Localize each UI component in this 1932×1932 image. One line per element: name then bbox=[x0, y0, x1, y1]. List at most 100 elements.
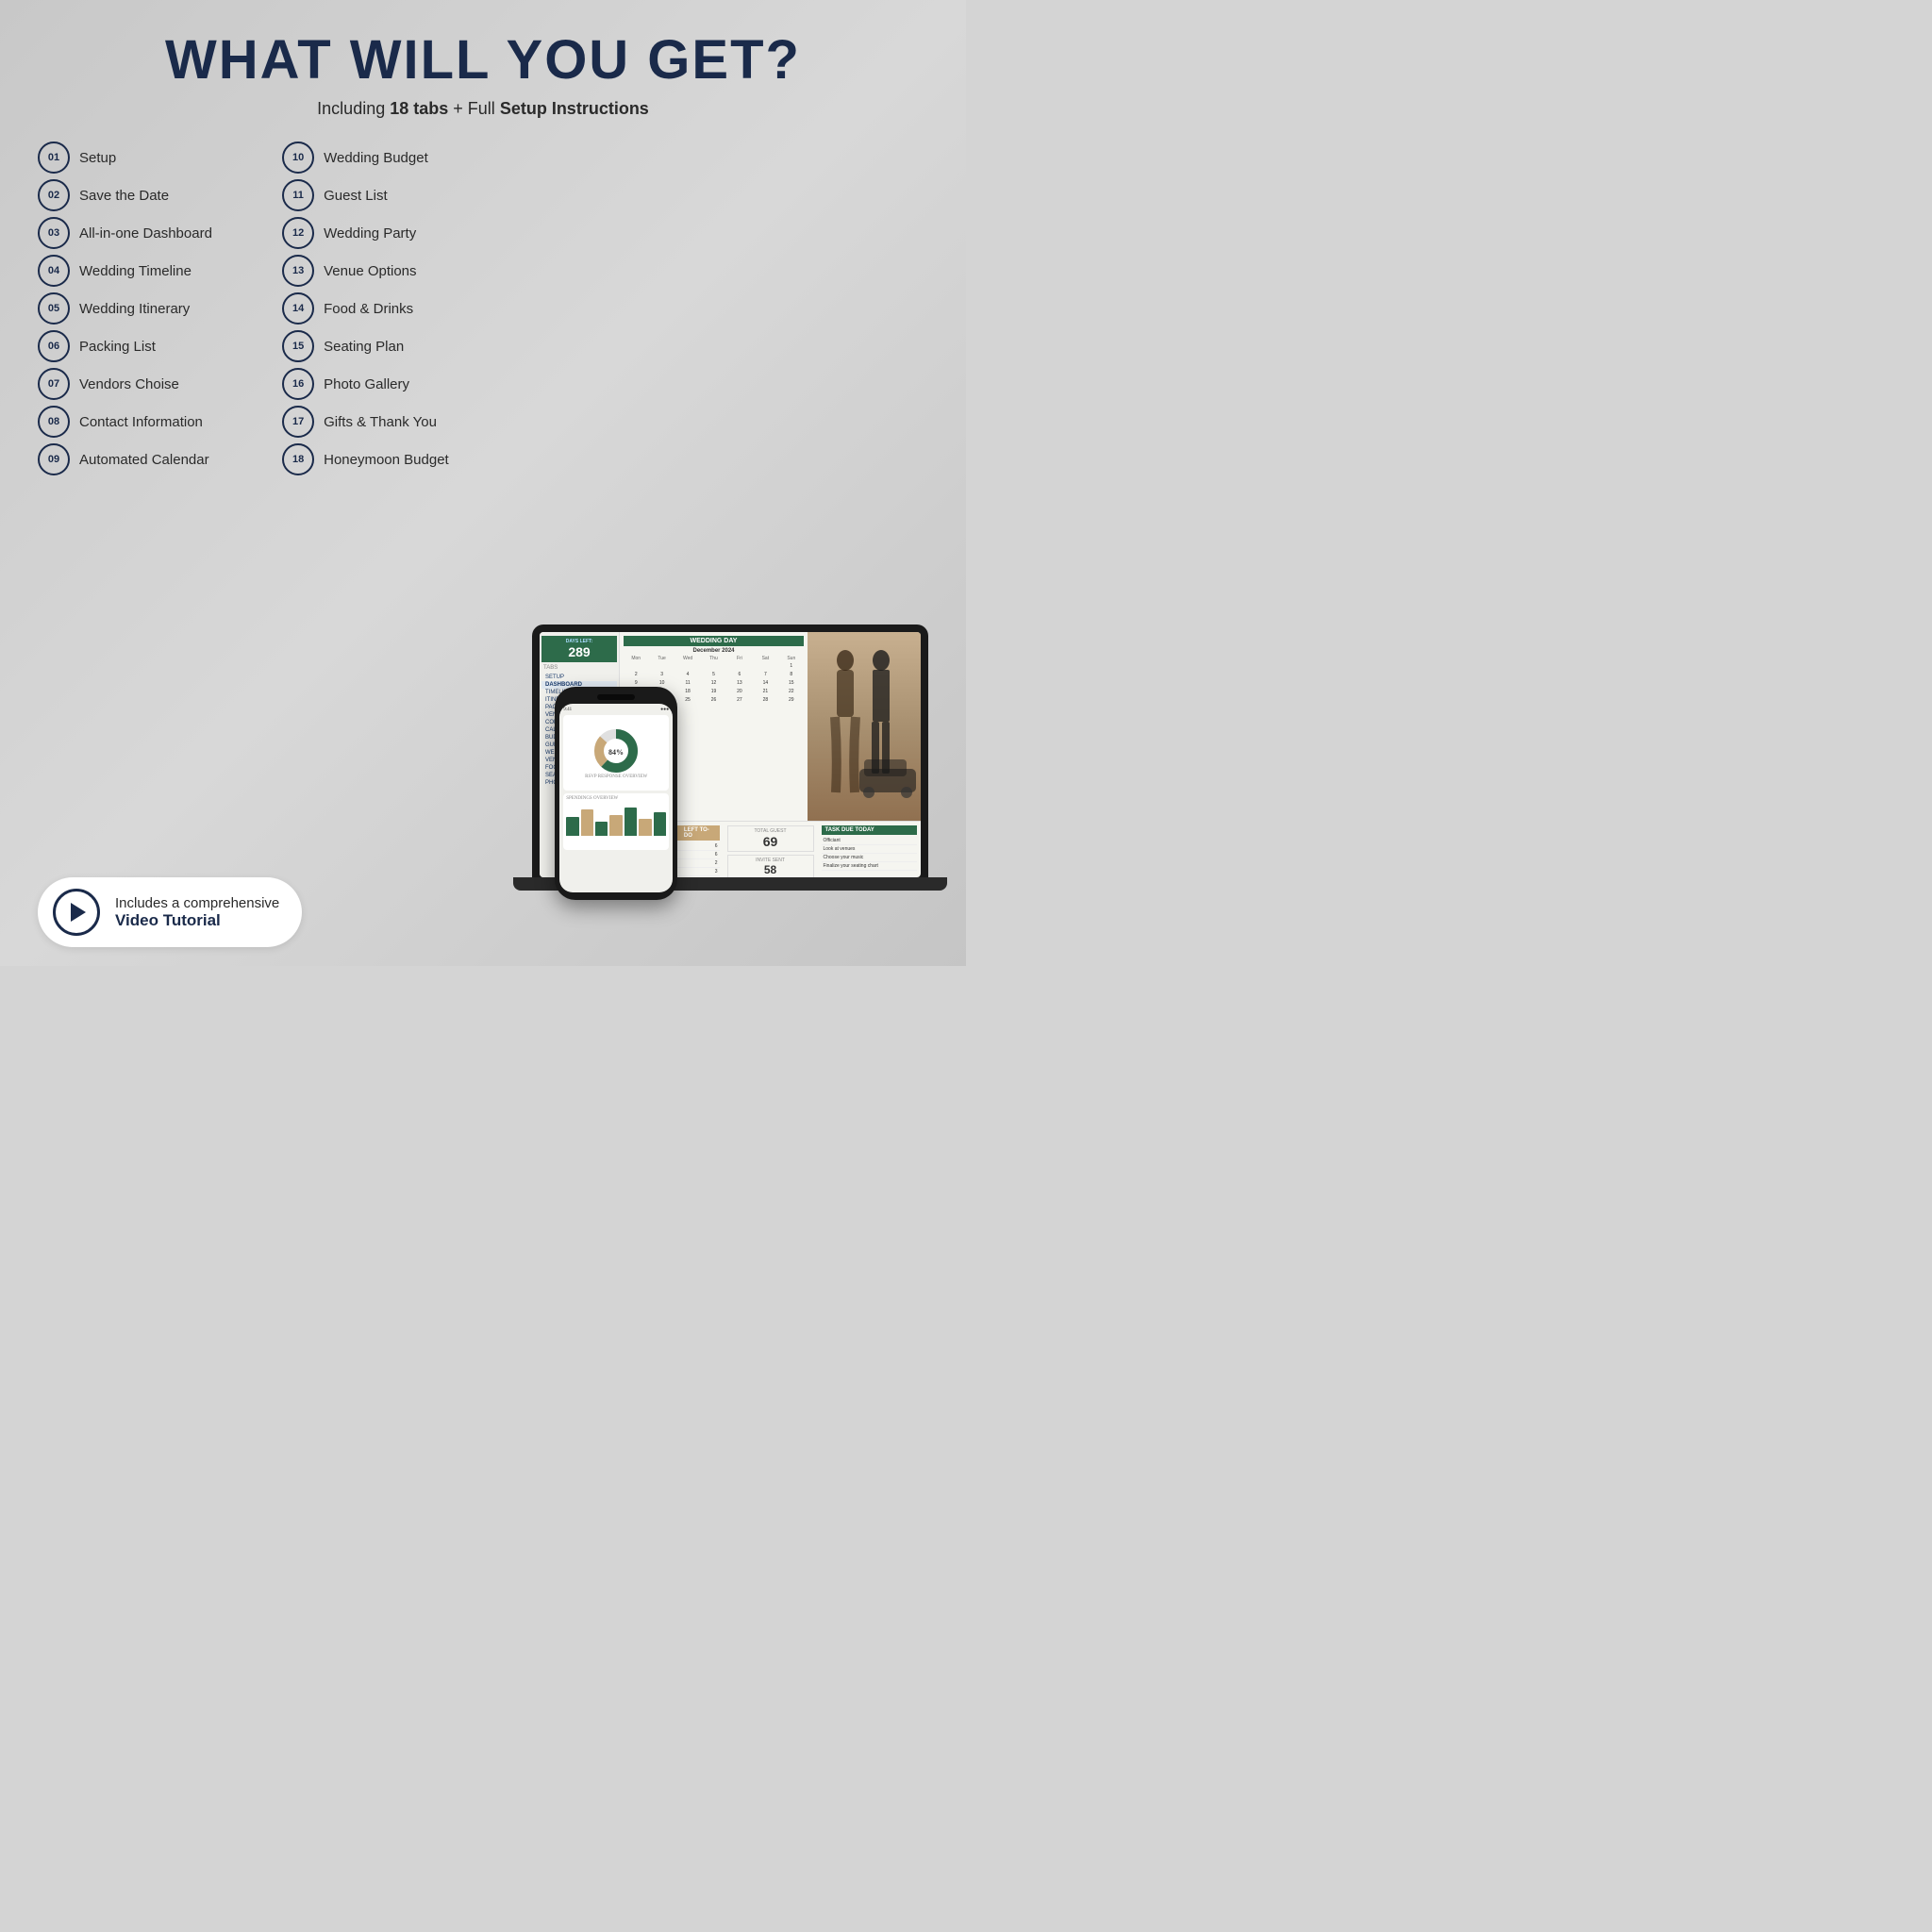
timeline-count: 2 bbox=[715, 860, 718, 866]
task-row: Officiant bbox=[822, 837, 918, 845]
bar-3 bbox=[595, 822, 608, 836]
item-num: 16 bbox=[282, 368, 314, 400]
bar-2 bbox=[581, 809, 593, 836]
left-col: 01 Setup 02Save the Date 03All-in-one Dashb… bbox=[38, 142, 273, 860]
play-button[interactable] bbox=[53, 889, 100, 936]
svg-text:84%: 84% bbox=[608, 748, 624, 757]
list-item: 17Gifts & Thank You bbox=[282, 406, 517, 438]
phone-status: 9:41 ●●● bbox=[563, 708, 669, 712]
list-item: 03All-in-one Dashboard bbox=[38, 217, 273, 249]
task-row: Look at venues bbox=[822, 845, 918, 854]
video-line1: Includes a comprehensive bbox=[115, 895, 279, 911]
bar-6 bbox=[639, 819, 651, 836]
cal-day bbox=[727, 705, 752, 712]
list-item: 13Venue Options bbox=[282, 255, 517, 287]
item-label: Venue Options bbox=[324, 263, 416, 279]
phone-time: 9:41 bbox=[563, 708, 572, 712]
item-label: Honeymoon Budget bbox=[324, 452, 449, 468]
item-label: Contact Information bbox=[79, 414, 203, 430]
ss-guest-area: TOTAL GUEST 69 INVITE SENT 58 bbox=[724, 822, 818, 877]
list-item: 05Wedding Itinerary bbox=[38, 292, 273, 325]
cal-day: 4 bbox=[675, 671, 700, 678]
cal-day-header: Mon bbox=[624, 656, 648, 661]
content-area: 01 Setup 02Save the Date 03All-in-one Dashb… bbox=[38, 142, 928, 947]
list-item: 04Wedding Timeline bbox=[38, 255, 273, 287]
cal-day: 5 bbox=[701, 671, 725, 678]
cal-day bbox=[779, 705, 804, 712]
item-num: 06 bbox=[38, 330, 70, 362]
cal-day: 9 bbox=[624, 679, 648, 687]
right-col: 10Wedding Budget11Guest List12Wedding Pa… bbox=[282, 142, 517, 860]
task-row: Choose your music bbox=[822, 854, 918, 862]
timeline-count: 6 bbox=[715, 852, 718, 858]
invite-sent-val: 58 bbox=[730, 863, 811, 876]
bottom-section: Includes a comprehensive Video Tutorial bbox=[38, 868, 517, 947]
two-col-list: 01 Setup 02Save the Date 03All-in-one Dashb… bbox=[38, 142, 517, 860]
cal-day bbox=[753, 662, 777, 670]
item-label: Setup bbox=[79, 150, 116, 166]
item-label: Food & Drinks bbox=[324, 301, 413, 317]
item-label: All-in-one Dashboard bbox=[79, 225, 212, 242]
list-item: 12Wedding Party bbox=[282, 217, 517, 249]
cal-day-header: Fri bbox=[727, 656, 752, 661]
subtitle-mid: + Full bbox=[448, 99, 500, 118]
item-num: 01 bbox=[38, 142, 70, 174]
device-area: DAYS LEFT: 289 TABS SETUPDASHBOARDTIMELI… bbox=[536, 142, 928, 947]
bar-5 bbox=[625, 808, 637, 836]
item-num: 10 bbox=[282, 142, 314, 174]
video-line2: Video Tutorial bbox=[115, 911, 279, 930]
item-num: 02 bbox=[38, 179, 70, 211]
item-num: 11 bbox=[282, 179, 314, 211]
timeline-count: 3 bbox=[715, 869, 718, 874]
item-label: Automated Calendar bbox=[79, 452, 209, 468]
cal-day bbox=[649, 662, 674, 670]
bar-7 bbox=[654, 812, 666, 836]
total-guest-box: TOTAL GUEST 69 bbox=[727, 825, 814, 852]
item-num: 12 bbox=[282, 217, 314, 249]
cal-day: 1 bbox=[779, 662, 804, 670]
ss-task-area: TASK DUE TODAY OfficiantLook at venuesCh… bbox=[818, 822, 922, 877]
timeline-col: LEFT TO-DO bbox=[684, 827, 716, 839]
cal-day: 19 bbox=[701, 688, 725, 695]
cal-day bbox=[675, 705, 700, 712]
list-item: 14Food & Drinks bbox=[282, 292, 517, 325]
phone-chart-area: 84% RSVP RESPONSE OVERVIEW bbox=[563, 715, 669, 791]
cal-day: 15 bbox=[779, 679, 804, 687]
ss-tasks: OfficiantLook at venuesChoose your music… bbox=[822, 837, 918, 871]
task-row: Finalize your seating chart bbox=[822, 862, 918, 871]
list-item: 06 Packing List bbox=[38, 330, 273, 362]
video-box[interactable]: Includes a comprehensive Video Tutorial bbox=[38, 877, 302, 947]
item-label: Packing List bbox=[79, 339, 156, 355]
bar-1 bbox=[566, 817, 578, 836]
cal-day-header: Tue bbox=[649, 656, 674, 661]
phone-screen: 9:41 ●●● 84% RSVP RESPONSE OVERVIEW bbox=[559, 704, 673, 892]
cal-day: 13 bbox=[727, 679, 752, 687]
cal-day: 27 bbox=[727, 696, 752, 704]
subtitle-plain: Including bbox=[317, 99, 390, 118]
page: WHAT WILL YOU GET? Including 18 tabs + F… bbox=[0, 0, 966, 966]
phone-notch bbox=[597, 694, 635, 700]
item-num: 07 bbox=[38, 368, 70, 400]
cal-day: 7 bbox=[753, 671, 777, 678]
item-label: Vendors Choise bbox=[79, 376, 179, 392]
invite-sent-box: INVITE SENT 58 bbox=[727, 855, 814, 877]
cal-day bbox=[701, 662, 725, 670]
cal-day: 28 bbox=[753, 696, 777, 704]
list-item: 07 Vendors Choise bbox=[38, 368, 273, 400]
item-label: Guest List bbox=[324, 188, 388, 204]
ss-tab[interactable]: SETUP bbox=[541, 674, 617, 681]
subtitle-setup: Setup Instructions bbox=[500, 99, 649, 118]
cal-day bbox=[701, 705, 725, 712]
cal-day: 26 bbox=[701, 696, 725, 704]
phone-chart-label: RSVP RESPONSE OVERVIEW bbox=[585, 774, 647, 779]
play-icon bbox=[71, 903, 86, 922]
subtitle: Including 18 tabs + Full Setup Instructi… bbox=[317, 99, 649, 119]
page-title: WHAT WILL YOU GET? bbox=[165, 28, 801, 92]
ss-wedding-day-header: WEDDING DAY bbox=[624, 636, 804, 646]
list-item: 16Photo Gallery bbox=[282, 368, 517, 400]
cal-day-header: Sun bbox=[779, 656, 804, 661]
total-guest-val: 69 bbox=[730, 834, 811, 849]
cal-day-header: Wed bbox=[675, 656, 700, 661]
list-item: 02Save the Date bbox=[38, 179, 273, 211]
cal-day-header: Sat bbox=[753, 656, 777, 661]
